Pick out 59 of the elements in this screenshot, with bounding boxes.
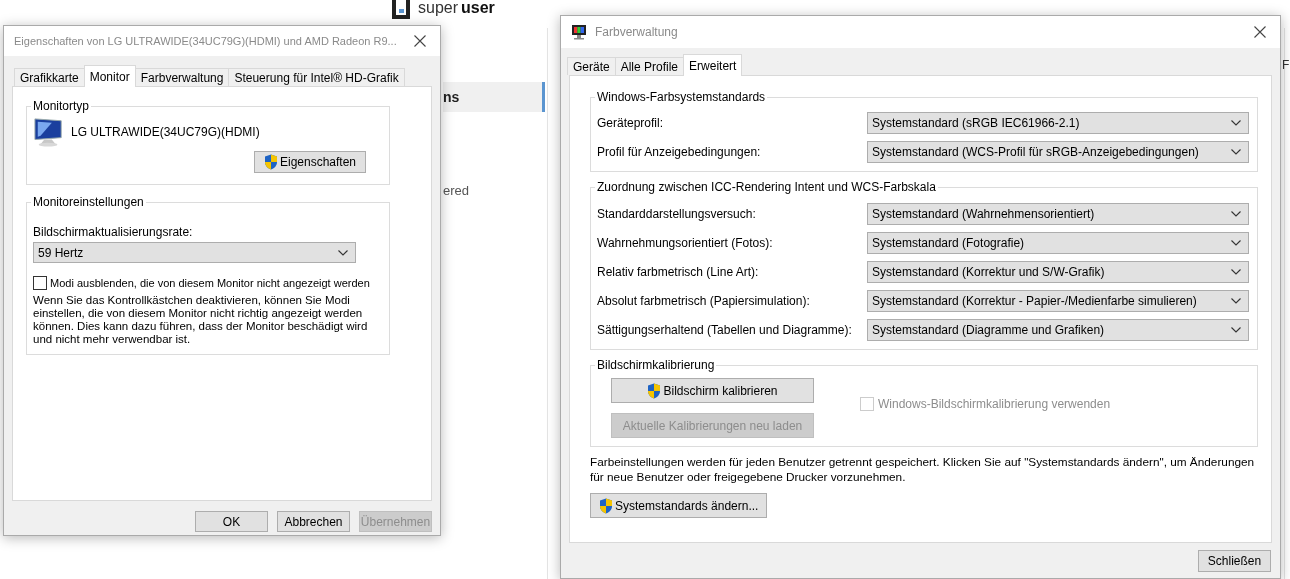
- close-icon[interactable]: [1254, 26, 1266, 38]
- tab[interactable]: Steuerung für Intel® HD-Grafik: [228, 68, 405, 86]
- field-label: Wahrnehmungsorientiert (Fotos):: [597, 236, 773, 250]
- properties-button[interactable]: Eigenschaften: [254, 151, 366, 173]
- window-title: Eigenschaften von LG ULTRAWIDE(34UC79G)(HDMI) und AMD Radeon R9...: [14, 35, 398, 47]
- dialog-button[interactable]: OK: [195, 511, 268, 532]
- sidebar-item[interactable]: ns: [443, 82, 545, 112]
- dropdown[interactable]: 59 Hertz: [33, 242, 356, 263]
- group-title: Monitoreinstellungen: [32, 195, 145, 209]
- window-title: Farbverwaltung: [595, 25, 679, 39]
- bracket-logo-icon: [390, 0, 412, 21]
- monitor-name: LG ULTRAWIDE(34UC79G)(HDMI): [71, 125, 260, 139]
- chevron-down-icon: [338, 249, 348, 256]
- field-label: Relativ farbmetrisch (Line Art):: [597, 265, 759, 279]
- dropdown[interactable]: Systemstandard (Fotografie): [867, 232, 1249, 254]
- dropdown[interactable]: Systemstandard (Diagramme und Grafiken): [867, 319, 1249, 341]
- chevron-down-icon: [1231, 240, 1241, 246]
- close-icon[interactable]: [414, 35, 426, 47]
- calibrate-button[interactable]: Bildschirm kalibrieren: [611, 378, 814, 403]
- info-text: Farbeinstellungen werden für jeden Benutzer getrennt gespeichert. Klicken Sie auf "Systemstandards ändern", um Änderungen für neue Benutzer oder freigegebene Drucker vorzunehmen.: [590, 455, 1256, 485]
- dialog-button[interactable]: Abbrechen: [277, 511, 350, 532]
- group-title: Zuordnung zwischen ICC-Rendering Intent und WCS-Farbskala: [596, 180, 937, 194]
- checkbox-label: Modi ausblenden, die von diesem Monitor nicht angezeigt werden: [50, 277, 370, 289]
- monitor-icon: [571, 24, 587, 40]
- dropdown[interactable]: Systemstandard (WCS-Profil für sRGB-Anzeigebedingungen): [867, 141, 1249, 163]
- group-title: Bildschirmkalibrierung: [596, 358, 716, 372]
- change-defaults-button[interactable]: Systemstandards ändern...: [590, 493, 768, 518]
- chevron-down-icon: [1231, 120, 1241, 126]
- monitor-icon: [33, 117, 65, 147]
- tab[interactable]: Erweitert: [683, 54, 743, 76]
- dropdown[interactable]: Systemstandard (sRGB IEC61966-2.1): [867, 112, 1249, 134]
- warning-text: Wenn Sie das Kontrollkästchen deaktivieren, können Sie Modi einstellen, die von diesem Monitor nicht richtig angezeigt werden können. Dies kann dazu führen, dass der Monitor beschädigt wird und nicht mehr verwendbar ist.: [33, 294, 369, 346]
- tab[interactable]: Monitor: [83, 65, 136, 87]
- dropdown[interactable]: Systemstandard (Korrektur - Papier-/Medienfarbe simulieren): [867, 290, 1249, 312]
- dropdown[interactable]: Systemstandard (Korrektur und S/W-Grafik): [867, 261, 1249, 283]
- tab[interactable]: Grafikkarte: [14, 68, 85, 86]
- group-title: Windows-Farbsystemstandards: [596, 90, 767, 104]
- field-label: Profil für Anzeigebedingungen:: [597, 145, 761, 159]
- close-button[interactable]: Schließen: [1198, 550, 1271, 572]
- field-label: Absolut farbmetrisch (Papiersimulation):: [597, 294, 810, 308]
- chevron-down-icon: [1231, 298, 1241, 304]
- checkbox-label: Windows-Bildschirmkalibrierung verwenden: [878, 397, 1111, 411]
- field-label: Standarddarstellungsversuch:: [597, 207, 756, 221]
- page-text: F: [1282, 58, 1290, 73]
- logo-text: user: [461, 0, 495, 16]
- checkbox[interactable]: [33, 276, 47, 290]
- page-text: ered: [443, 183, 470, 198]
- field-label: Geräteprofil:: [597, 116, 664, 130]
- chevron-down-icon: [1231, 327, 1241, 333]
- chevron-down-icon: [1231, 269, 1241, 275]
- tab[interactable]: Geräte: [567, 57, 616, 75]
- logo-text: super: [418, 0, 459, 16]
- chevron-down-icon: [1231, 211, 1241, 217]
- group-title: Monitortyp: [32, 99, 91, 113]
- chevron-down-icon: [1231, 149, 1241, 155]
- dropdown[interactable]: Systemstandard (Wahrnehmensorientiert): [867, 203, 1249, 225]
- tab[interactable]: Farbverwaltung: [134, 68, 230, 86]
- field-label: Bildschirmaktualisierungsrate:: [33, 225, 194, 239]
- field-label: Sättigungserhaltend (Tabellen und Diagramme):: [597, 323, 852, 337]
